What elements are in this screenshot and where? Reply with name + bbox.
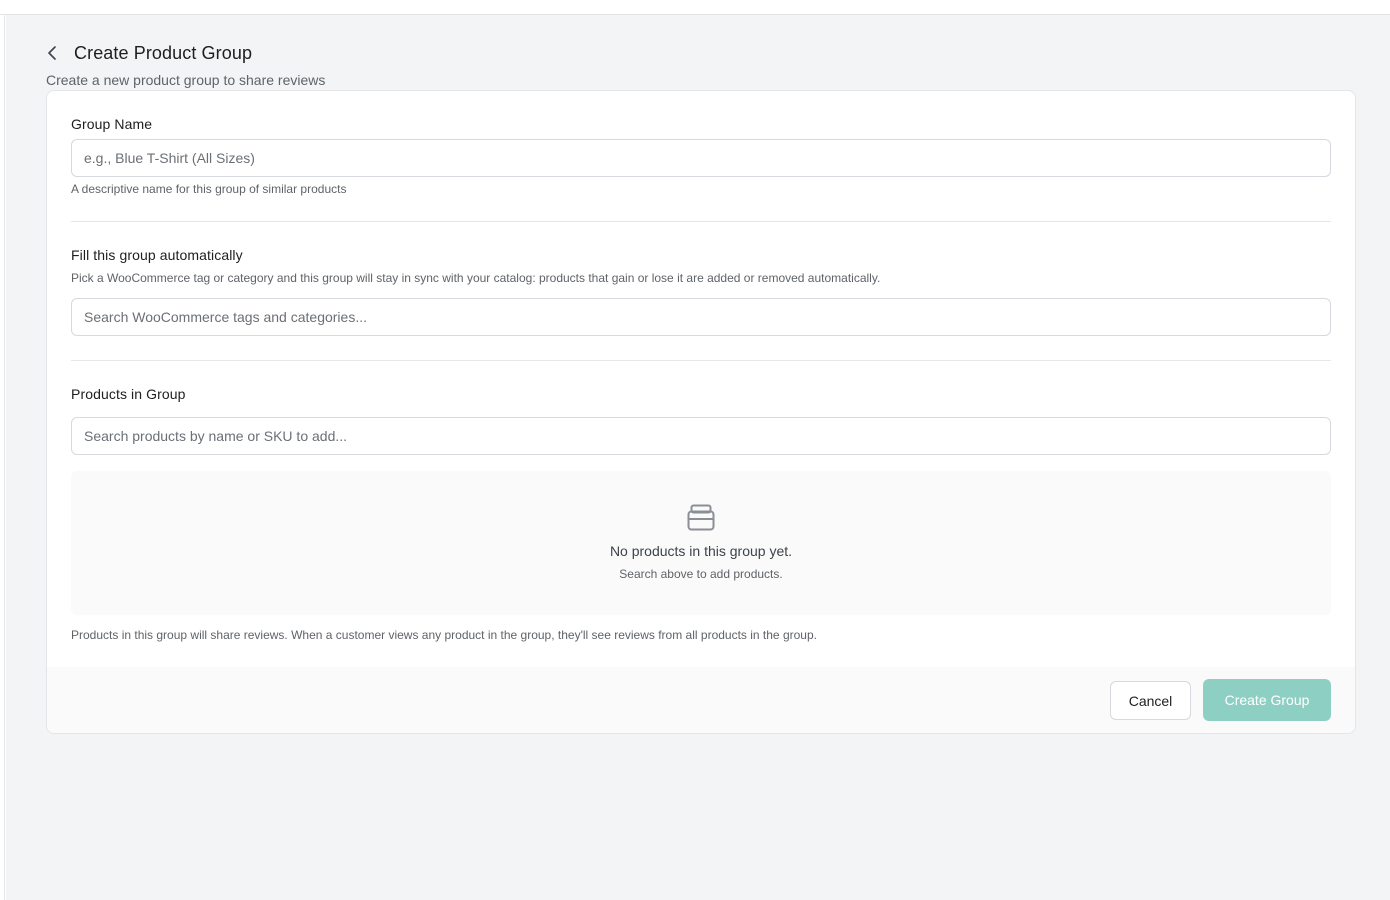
products-footnote: Products in this group will share review… bbox=[71, 628, 817, 642]
products-section: Products in Group bbox=[71, 386, 1331, 456]
form-footer: Cancel Create Group bbox=[47, 667, 1355, 733]
product-search-input[interactable] bbox=[71, 417, 1331, 455]
create-group-button[interactable]: Create Group bbox=[1203, 679, 1331, 721]
group-name-label: Group Name bbox=[71, 116, 153, 132]
taxonomy-search-input[interactable] bbox=[71, 298, 1331, 336]
page-subtitle: Create a new product group to share revi… bbox=[46, 72, 326, 88]
group-name-help: A descriptive name for this group of sim… bbox=[71, 182, 347, 196]
section-divider bbox=[71, 360, 1331, 361]
admin-top-bar bbox=[0, 0, 1390, 15]
chevron-left-icon bbox=[48, 46, 56, 60]
create-group-form-card: Group Name A descriptive name for this g… bbox=[46, 90, 1356, 734]
page-title: Create Product Group bbox=[74, 42, 253, 63]
auto-fill-section: Fill this group automatically Pick a Woo… bbox=[71, 247, 1331, 337]
section-divider bbox=[71, 221, 1331, 222]
cancel-button[interactable]: Cancel bbox=[1110, 681, 1191, 720]
empty-products-state: No products in this group yet. Search ab… bbox=[71, 471, 1331, 615]
archive-box-icon bbox=[687, 504, 715, 531]
auto-fill-help: Pick a WooCommerce tag or category and t… bbox=[71, 271, 881, 285]
empty-state-title: No products in this group yet. bbox=[609, 543, 793, 559]
auto-fill-label: Fill this group automatically bbox=[71, 247, 243, 263]
page-header: Create Product Group bbox=[46, 41, 252, 65]
empty-state-subtitle: Search above to add products. bbox=[619, 567, 783, 581]
products-label: Products in Group bbox=[71, 386, 186, 402]
main-content: Create Product Group Create a new produc… bbox=[6, 15, 1390, 900]
back-button[interactable] bbox=[46, 42, 66, 64]
group-name-section: Group Name A descriptive name for this g… bbox=[71, 116, 1331, 196]
admin-sidebar-edge bbox=[0, 15, 5, 900]
group-name-input[interactable] bbox=[71, 139, 1331, 177]
